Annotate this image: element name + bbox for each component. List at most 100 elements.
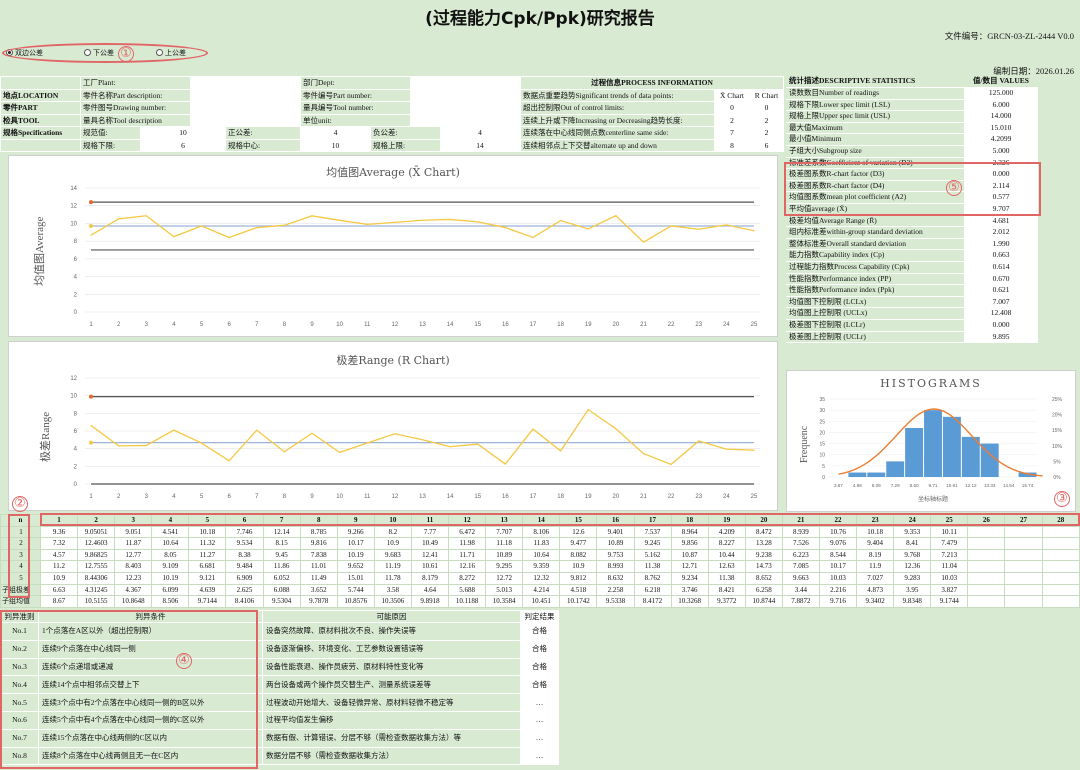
table-cell[interactable]: 12.71 [670,560,709,573]
table-cell[interactable]: 10.451 [522,595,561,608]
table-cell[interactable] [967,525,1006,539]
table-cell[interactable]: 9.816 [299,537,338,550]
table-cell[interactable]: 11.71 [448,548,487,562]
table-cell[interactable]: 10.87 [670,548,709,562]
table-cell[interactable]: 8.05 [151,548,190,562]
table-cell[interactable]: 8.632 [596,571,635,585]
table-cell[interactable]: 10.44 [707,548,746,562]
part-no-value[interactable] [410,88,520,102]
table-cell[interactable]: 8.272 [448,571,487,585]
table-cell[interactable]: 11.32 [188,537,227,550]
table-cell[interactable] [1004,571,1043,585]
table-cell[interactable]: 4.209 [707,525,746,539]
table-cell[interactable]: 8.2 [373,525,412,539]
rule-result[interactable]: … [520,728,559,748]
table-cell[interactable]: 6.223 [781,548,820,562]
table-cell[interactable]: 8.544 [818,548,858,562]
table-cell[interactable]: 6.63 [39,583,79,597]
table-cell[interactable]: 9.05051 [77,525,116,539]
table-cell[interactable]: 11.18 [485,537,524,550]
table-cell[interactable]: 10.3584 [485,595,524,608]
table-cell[interactable]: 8.38 [225,548,264,562]
table-cell[interactable]: 4.873 [856,583,895,597]
rule-result[interactable]: … [520,710,559,730]
table-cell[interactable]: 11.86 [262,560,301,573]
table-cell[interactable]: 11.19 [373,560,412,573]
table-cell[interactable]: 10.5155 [77,595,116,608]
table-cell[interactable] [1041,595,1080,608]
table-cell[interactable]: 8.652 [744,571,783,585]
table-cell[interactable]: 6.258 [744,583,783,597]
table-cell[interactable]: 12.6 [559,525,598,539]
table-cell[interactable]: 9.8348 [893,595,932,608]
table-cell[interactable]: 3.827 [930,583,969,597]
table-cell[interactable]: 11.38 [707,571,746,585]
rule-result[interactable]: 合格 [520,657,559,677]
table-cell[interactable] [967,583,1006,597]
table-cell[interactable]: 10.9 [39,571,79,585]
table-cell[interactable]: 9.109 [151,560,190,573]
table-cell[interactable]: 5.013 [485,583,524,597]
table-cell[interactable]: 10.17 [818,560,858,573]
table-cell[interactable]: 12.72 [485,571,524,585]
table-cell[interactable]: 8.939 [781,525,820,539]
table-cell[interactable]: 10.03 [930,571,969,585]
table-cell[interactable]: 9.8918 [410,595,450,608]
table-cell[interactable]: 9.076 [818,537,858,550]
table-cell[interactable]: 9.663 [781,571,820,585]
pos-tol-value[interactable]: 4 [300,126,371,140]
table-cell[interactable]: 4.31245 [77,583,116,597]
table-cell[interactable]: 12.77 [114,548,153,562]
table-cell[interactable]: 8.19 [856,548,895,562]
table-cell[interactable]: 7.77 [410,525,450,539]
table-cell[interactable]: 9.484 [225,560,264,573]
table-cell[interactable] [1041,560,1080,573]
table-cell[interactable]: 10.03 [818,571,858,585]
table-cell[interactable]: 10.18 [856,525,895,539]
table-cell[interactable]: 8.403 [114,560,153,573]
table-cell[interactable]: 8.993 [596,560,635,573]
table-cell[interactable]: 10.1188 [448,595,487,608]
table-cell[interactable]: 9.45 [262,548,301,562]
table-cell[interactable]: 9.359 [522,560,561,573]
rule-result[interactable]: … [520,693,559,712]
table-cell[interactable]: 4.541 [151,525,190,539]
table-cell[interactable]: 9.234 [670,571,709,585]
rule-result[interactable]: 合格 [520,639,559,659]
table-cell[interactable]: 8.41 [893,537,932,550]
table-cell[interactable]: 9.121 [188,571,227,585]
table-cell[interactable]: 11.83 [522,537,561,550]
table-cell[interactable]: 4.367 [114,583,153,597]
table-cell[interactable]: 8.762 [633,571,672,585]
rule-result[interactable]: … [520,746,559,766]
table-cell[interactable]: 9.753 [596,548,635,562]
table-cell[interactable]: 4.214 [522,583,561,597]
table-cell[interactable]: 5.688 [448,583,487,597]
part-desc-value[interactable] [190,88,301,102]
table-cell[interactable]: 10.3268 [670,595,709,608]
table-cell[interactable]: 3.652 [299,583,338,597]
table-cell[interactable]: 11.04 [930,560,969,573]
table-cell[interactable]: 10.19 [151,571,190,585]
table-cell[interactable]: 7.537 [633,525,672,539]
table-cell[interactable]: 10.3506 [373,595,412,608]
table-cell[interactable]: 9.295 [485,560,524,573]
table-cell[interactable]: 9.856 [670,537,709,550]
table-cell[interactable]: 9.7878 [299,595,338,608]
table-cell[interactable]: 6.218 [633,583,672,597]
table-cell[interactable]: 10.18 [188,525,227,539]
table-cell[interactable] [1041,537,1080,550]
table-cell[interactable]: 8.67 [39,595,79,608]
table-cell[interactable]: 9.534 [225,537,264,550]
table-cell[interactable] [967,537,1006,550]
table-cell[interactable] [967,595,1006,608]
table-cell[interactable]: 3.746 [670,583,709,597]
center-value[interactable]: 10 [300,138,371,152]
plant-value[interactable] [190,76,301,90]
table-cell[interactable]: 9.86825 [77,548,116,562]
rule-result[interactable]: 合格 [520,622,559,641]
table-cell[interactable]: 6.052 [262,571,301,585]
table-cell[interactable] [967,560,1006,573]
table-cell[interactable]: 9.238 [744,548,783,562]
table-cell[interactable]: 10.9 [373,537,412,550]
